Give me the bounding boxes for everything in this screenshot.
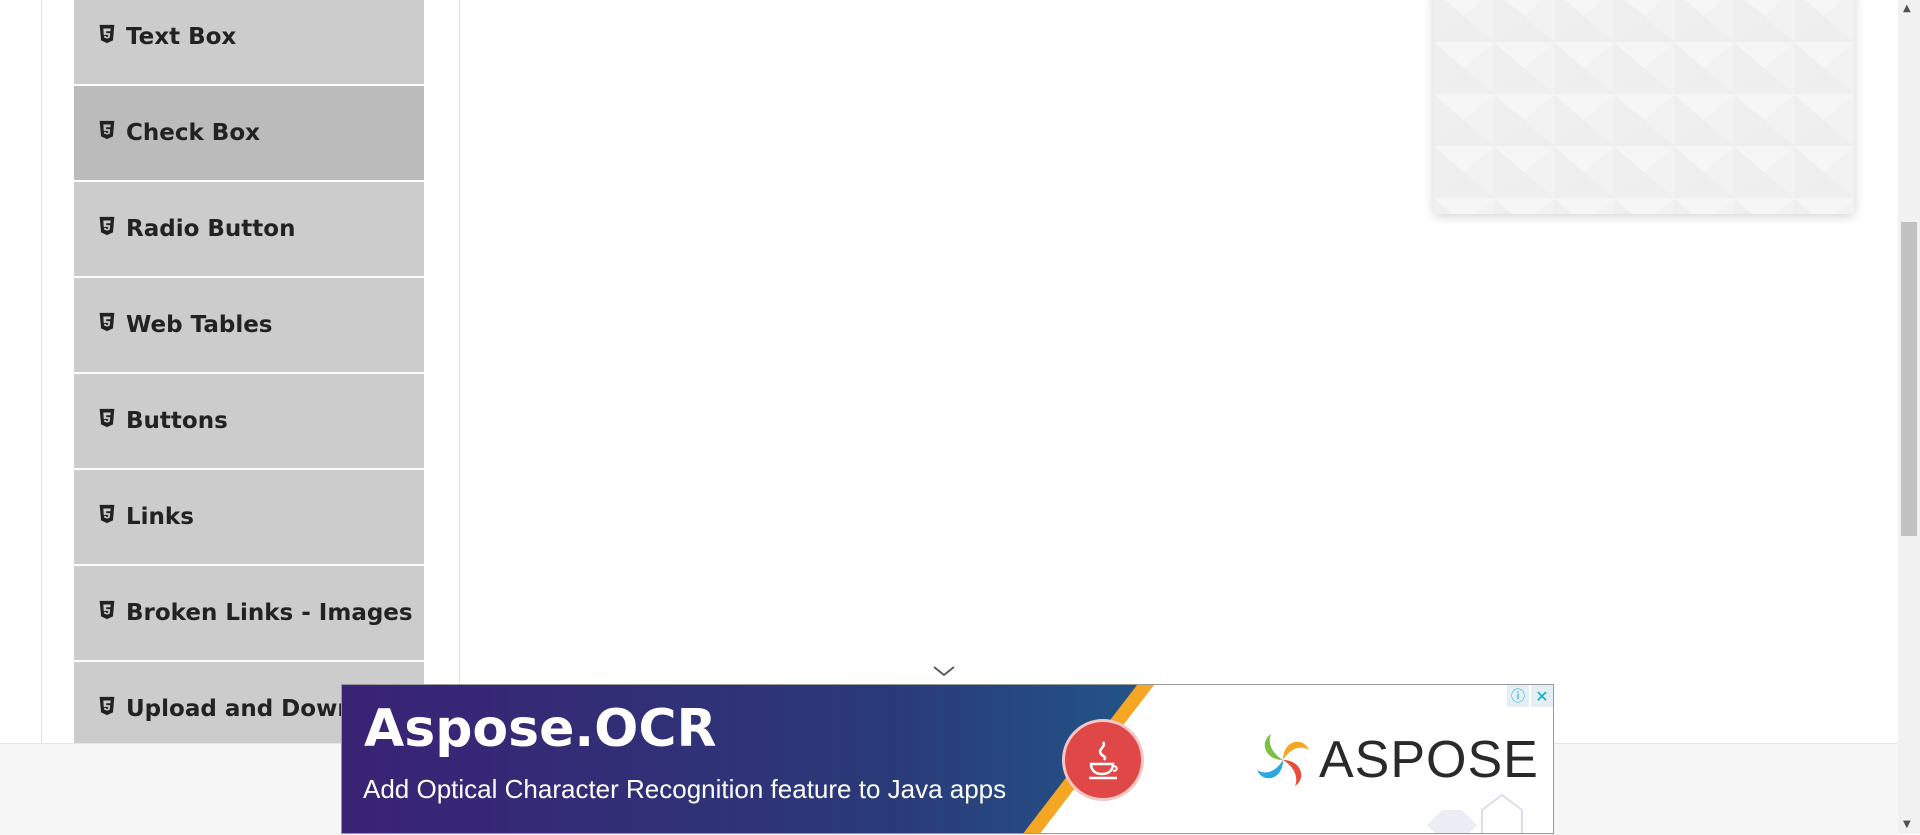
sidebar-item-label: Buttons xyxy=(126,408,228,434)
sidebar-menu: Text Box Check Box Radio Button Web Tabl… xyxy=(74,0,424,743)
sidebar-item-label: Radio Button xyxy=(126,216,296,242)
sidebar-item-label: Broken Links - Images xyxy=(126,600,413,626)
info-icon[interactable]: ⓘ xyxy=(1507,685,1529,707)
sidebar-item-web-tables[interactable]: Web Tables xyxy=(74,278,424,374)
aspose-logo-icon xyxy=(1257,734,1309,786)
html5-icon xyxy=(99,408,115,428)
sidebar-item-check-box[interactable]: Check Box xyxy=(74,86,424,182)
content-divider xyxy=(459,0,460,743)
ad-brand-text: ASPOSE xyxy=(1319,731,1539,789)
page-left-border xyxy=(41,0,42,743)
html5-icon xyxy=(99,216,115,236)
close-icon[interactable]: ✕ xyxy=(1531,685,1553,707)
html5-icon xyxy=(99,696,115,716)
aspose-brand: ASPOSE xyxy=(1253,730,1539,790)
sidebar-item-label: Check Box xyxy=(126,120,260,146)
ad-banner[interactable]: Aspose.OCR Add Optical Character Recogni… xyxy=(341,684,1554,834)
ad-subtitle: Add Optical Character Recognition featur… xyxy=(363,774,1007,804)
page-scrollbar[interactable]: ▲ ▼ xyxy=(1898,0,1920,834)
chevron-down-icon[interactable] xyxy=(932,664,956,678)
sidebar-item-links[interactable]: Links xyxy=(74,470,424,566)
pattern-card xyxy=(1434,0,1854,214)
sidebar-item-label: Web Tables xyxy=(126,312,273,338)
html5-icon xyxy=(99,312,115,332)
html5-icon xyxy=(99,120,115,140)
sidebar-item-buttons[interactable]: Buttons xyxy=(74,374,424,470)
sidebar-item-text-box[interactable]: Text Box xyxy=(74,0,424,86)
sidebar-item-label: Links xyxy=(126,504,194,530)
html5-icon xyxy=(99,24,115,44)
scroll-down-arrow-icon[interactable]: ▼ xyxy=(1903,820,1911,830)
sidebar-item-label: Text Box xyxy=(126,24,237,50)
scroll-thumb[interactable] xyxy=(1901,222,1917,536)
html5-icon xyxy=(99,504,115,524)
triangle-pattern xyxy=(1434,0,1854,214)
scroll-up-arrow-icon[interactable]: ▲ xyxy=(1903,4,1911,14)
sidebar-item-broken-links-images[interactable]: Broken Links - Images xyxy=(74,566,424,662)
java-logo-icon xyxy=(1062,719,1144,801)
html5-icon xyxy=(99,600,115,620)
sidebar-item-radio-button[interactable]: Radio Button xyxy=(74,182,424,278)
ad-title: Aspose.OCR xyxy=(364,699,717,759)
